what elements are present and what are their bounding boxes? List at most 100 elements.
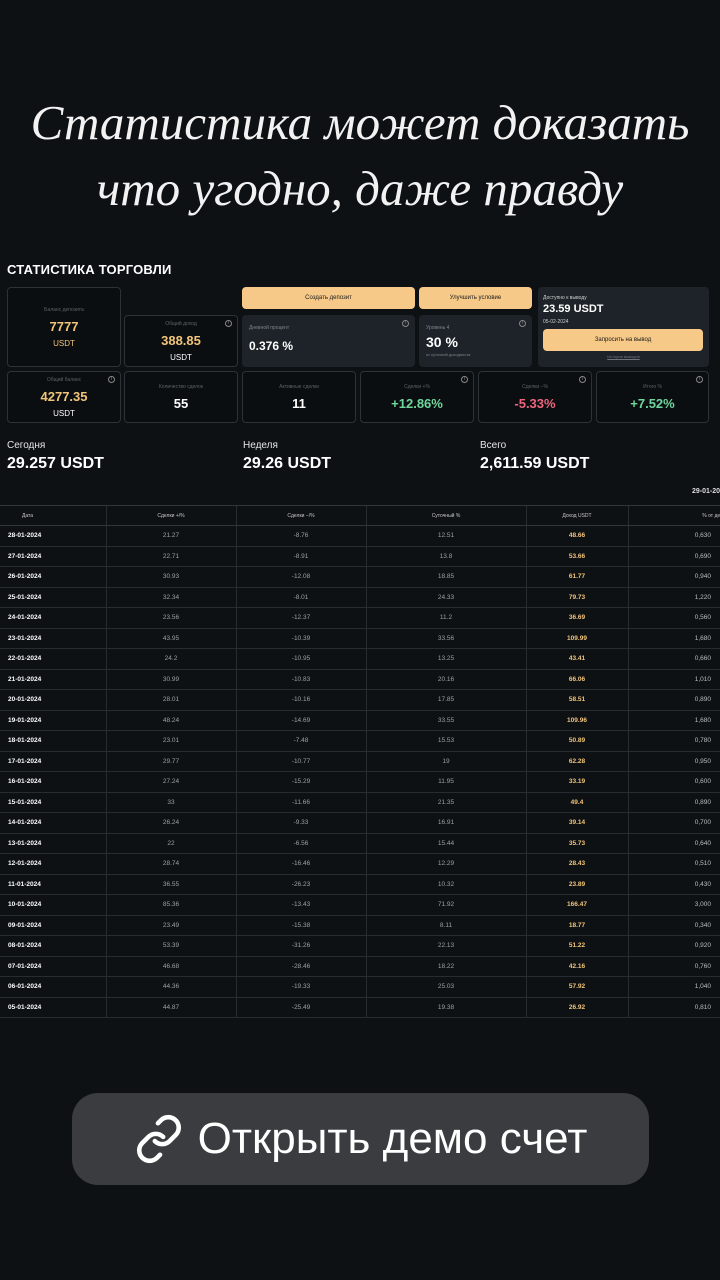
table-cell: 19 — [365, 751, 526, 772]
withdraw-history-link[interactable]: История выводов — [538, 354, 709, 359]
table-cell: 22-01-2024 — [0, 648, 106, 670]
table-cell: 49.4 — [525, 792, 628, 813]
daily-pct-card: i Дневной процент 0.376 % — [242, 315, 415, 367]
table-row: 25-01-2024 32.34 -8.01 24.33 79.73 1,220 — [0, 587, 720, 608]
profit-card: i Общий доход 388.85 USDT — [124, 315, 238, 367]
table-cell: 21.27 — [105, 525, 236, 547]
table-cell: 28.01 — [105, 689, 236, 711]
table-cell: 18-01-2024 — [0, 730, 106, 752]
table-cell: 0,630 — [627, 525, 720, 547]
table-cell: 0,340 — [627, 915, 720, 936]
withdraw-date: 05-02-2024 — [543, 319, 569, 325]
table-row: 21-01-2024 30.99 -10.83 20.16 66.06 1,010 — [0, 669, 720, 690]
table-cell: 79.73 — [525, 587, 628, 608]
info-icon[interactable]: i — [696, 376, 703, 383]
table-cell: 13-01-2024 — [0, 833, 106, 854]
table-cell: -15.29 — [235, 771, 366, 793]
table-cell: 09-01-2024 — [0, 915, 106, 936]
info-icon[interactable]: i — [225, 320, 232, 327]
table-row: 17-01-2024 29.77 -10.77 19 62.28 0,950 — [0, 751, 720, 772]
table-cell: 1,010 — [627, 669, 720, 690]
table-cell: 53.39 — [105, 935, 236, 957]
open-demo-account-button[interactable]: Открыть демо счет — [72, 1093, 649, 1185]
table-cell: 0,780 — [627, 730, 720, 752]
table-row: 11-01-2024 36.55 -26.23 10.32 23.89 0,430 — [0, 874, 720, 895]
info-icon[interactable]: i — [402, 320, 409, 327]
table-cell: 30.99 — [105, 669, 236, 690]
table-cell: 27-01-2024 — [0, 546, 106, 567]
table-row: 07-01-2024 46.68 -28.46 18.22 42.16 0,760 — [0, 956, 720, 977]
table-cell: 32.34 — [105, 587, 236, 608]
table-cell: 109.96 — [525, 710, 628, 731]
table-row: 28-01-2024 21.27 -8.76 12.51 48.66 0,630 — [0, 525, 720, 547]
table-cell: 11.95 — [365, 771, 526, 793]
summary-value: 29.26 USDT — [243, 455, 332, 472]
table-cell: 17-01-2024 — [0, 751, 106, 772]
plus-pct-card: i Сделки +% +12.86% — [360, 371, 474, 423]
table-cell: 19-01-2024 — [0, 710, 106, 731]
upgrade-button[interactable]: Улучшить условие — [419, 287, 532, 309]
table-cell: 26-01-2024 — [0, 566, 106, 588]
table-row: 06-01-2024 44.36 -19.33 25.03 57.92 1,040 — [0, 976, 720, 998]
table-cell: -11.66 — [235, 792, 366, 813]
table-cell: 0,940 — [627, 566, 720, 588]
table-cell: -16.46 — [235, 853, 366, 875]
create-deposit-button[interactable]: Создать депозит — [242, 287, 415, 309]
quote-line-2: что угодно, даже правду — [96, 161, 624, 216]
table-cell: 0,510 — [627, 853, 720, 875]
table-cell: -12.37 — [235, 607, 366, 629]
table-cell: 43.95 — [105, 628, 236, 649]
table-cell: -15.38 — [235, 915, 366, 936]
table-cell: -14.69 — [235, 710, 366, 731]
table-cell: -8.91 — [235, 546, 366, 567]
col-header: % от депозит — [627, 505, 720, 526]
info-icon[interactable]: i — [108, 376, 115, 383]
total-balance-label: Общий баланс — [46, 376, 82, 383]
table-cell: 30.93 — [105, 566, 236, 588]
table-cell: 0,640 — [627, 833, 720, 854]
table-cell: 166.47 — [525, 894, 628, 916]
table-cell: 23.49 — [105, 915, 236, 936]
table-cell: 23.01 — [105, 730, 236, 752]
summary-week: Неделя 29.26 USDT — [243, 440, 331, 473]
table-row: 08-01-2024 53.39 -31.26 22.13 51.22 0,920 — [0, 935, 720, 957]
table-cell: 06-01-2024 — [0, 976, 106, 998]
table-cell: 0,600 — [627, 771, 720, 793]
table-row: 23-01-2024 43.95 -10.39 33.56 109.99 1,680 — [0, 628, 720, 649]
table-cell: 18.77 — [525, 915, 628, 936]
level-value: 30 % — [426, 334, 458, 350]
table-cell: 12.51 — [365, 525, 526, 547]
minus-pct-value: -5.33% — [514, 395, 556, 411]
table-cell: -10.39 — [235, 628, 366, 649]
info-icon[interactable]: i — [579, 376, 586, 383]
total-balance-unit: USDT — [53, 408, 75, 418]
withdraw-card: Доступно к выводу 23.59 USDT 05-02-2024 … — [538, 287, 709, 367]
info-icon[interactable]: i — [461, 376, 468, 383]
table-cell: -31.26 — [235, 935, 366, 957]
quote-line-1: Статистика может доказать — [30, 95, 690, 150]
trades-label: Количество сделок — [158, 383, 204, 390]
table-cell: 16.91 — [365, 812, 526, 834]
col-header: Сделки −/% — [235, 505, 366, 526]
table-header-row: Дата Сделки +/% Сделки −/% Суточный % До… — [0, 505, 720, 526]
table-cell: 39.14 — [525, 812, 628, 834]
request-withdraw-button[interactable]: Запросить на вывод — [543, 329, 703, 351]
table-cell: 35.73 — [525, 833, 628, 854]
table-cell: 19.38 — [365, 997, 526, 1018]
table-row: 26-01-2024 30.93 -12.08 18.85 61.77 0,940 — [0, 566, 720, 588]
table-cell: 25-01-2024 — [0, 587, 106, 608]
table-cell: 0,760 — [627, 956, 720, 977]
table-cell: -13.43 — [235, 894, 366, 916]
table-cell: 17.85 — [365, 689, 526, 711]
table-cell: 0,560 — [627, 607, 720, 629]
table-row: 19-01-2024 48.24 -14.69 33.55 109.96 1,680 — [0, 710, 720, 731]
table-cell: 33 — [105, 792, 236, 813]
table-cell: 23.56 — [105, 607, 236, 629]
info-icon[interactable]: i — [519, 320, 526, 327]
table-cell: 12-01-2024 — [0, 853, 106, 875]
table-cell: 0,890 — [627, 792, 720, 813]
table-cell: 0,700 — [627, 812, 720, 834]
table-cell: 58.51 — [525, 689, 628, 711]
table-cell: 22.13 — [365, 935, 526, 957]
table-cell: 66.06 — [525, 669, 628, 690]
